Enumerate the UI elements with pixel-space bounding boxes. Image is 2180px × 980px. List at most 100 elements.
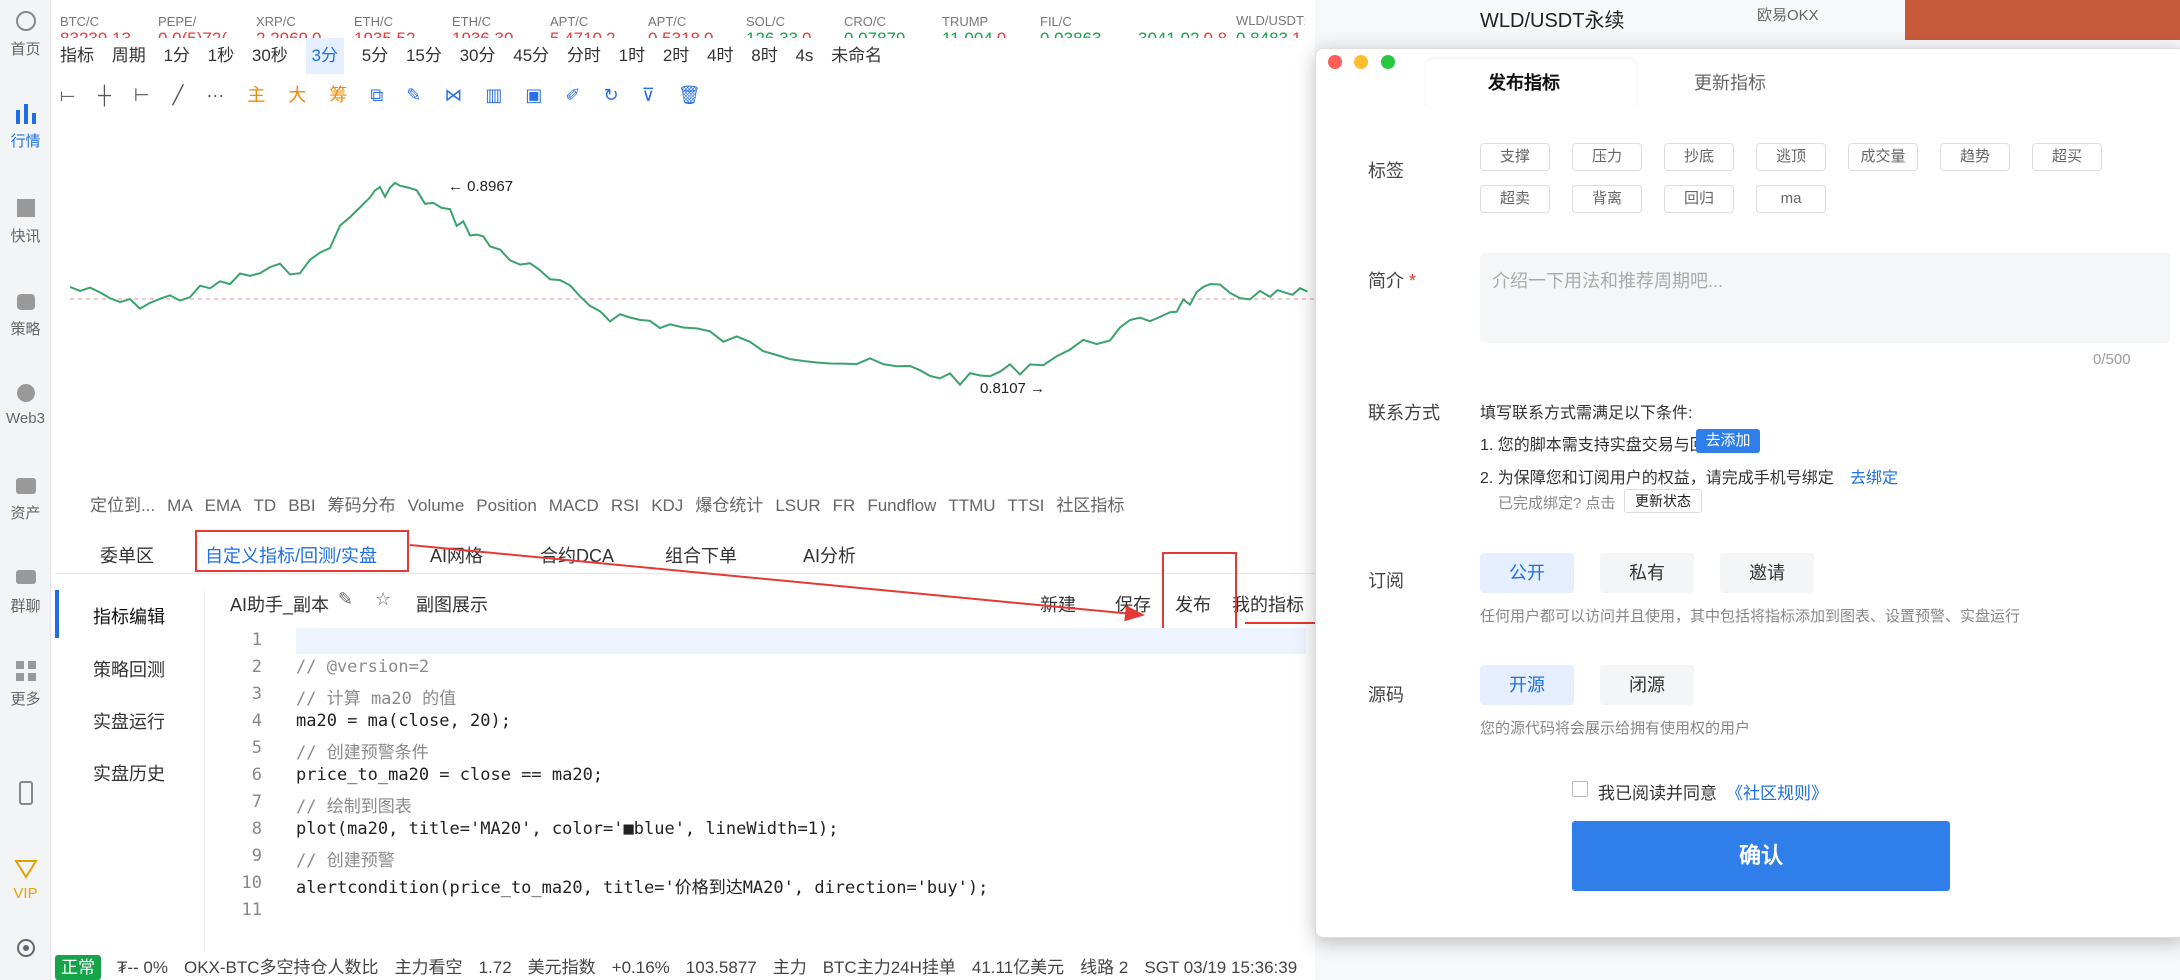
tag-chip[interactable]: 逃顶 [1756,143,1826,171]
side-tab-backtest[interactable]: 策略回测 [93,656,165,682]
nav-assets[interactable]: 资产 [0,472,51,523]
indicator-item[interactable]: EMA [205,490,242,522]
line-tool-icon[interactable]: ⟝ [60,78,75,112]
ray-tool-icon[interactable]: ⊢ [134,78,150,112]
side-tab-live[interactable]: 实盘运行 [93,708,165,734]
tag-chip[interactable]: ma [1756,185,1826,213]
add-support-button[interactable]: 去添加 [1696,429,1760,453]
minimize-icon[interactable] [1354,55,1369,69]
agree-checkbox[interactable] [1572,781,1588,797]
nav-chat[interactable]: 群聊 [0,565,51,616]
indicator-item[interactable]: 筹码分布 [328,490,396,522]
tag-chip[interactable]: 趋势 [1940,143,2010,171]
period-1s[interactable]: 1秒 [208,38,234,74]
nav-strategy[interactable]: 策略 [0,288,51,339]
ruler-icon[interactable]: ✎ [406,78,421,112]
indicator-item[interactable]: TTSI [1008,490,1045,522]
indicator-item[interactable]: MACD [549,490,599,522]
ticker-item[interactable]: ETH/C1935.52 [354,4,452,38]
script-title[interactable]: AI助手_副本 [230,591,329,617]
magnet-icon[interactable]: ↻ [604,78,619,112]
indicator-item[interactable]: Position [476,490,536,522]
period-15m[interactable]: 15分 [406,38,442,74]
indicator-item[interactable]: Fundflow [867,490,936,522]
period-timeline[interactable]: 分时 [567,38,601,74]
copy-icon[interactable]: ⧉ [370,78,383,112]
nav-more[interactable]: 更多 [0,658,51,709]
ticker-item[interactable]: FIL/C0.03863 [1040,4,1138,38]
tag-chip[interactable]: 回归 [1664,185,1734,213]
filter-icon[interactable]: ⊽ [642,78,655,112]
nav-device[interactable] [0,780,51,810]
new-button[interactable]: 新建 [1040,591,1076,617]
indicator-item[interactable]: Volume [408,490,465,522]
indicator-item[interactable]: LSUR [775,490,820,522]
period-30s[interactable]: 30秒 [252,38,288,74]
indicator-item[interactable]: 定位到... [90,490,155,522]
chips-button[interactable]: 筹 [329,78,347,112]
nav-market[interactable]: 行情 [0,100,51,151]
measure-icon[interactable]: ⋈ [444,78,462,112]
tag-chip[interactable]: 支撑 [1480,143,1550,171]
source-closed-option[interactable]: 闭源 [1600,665,1694,705]
tag-chip[interactable]: 抄底 [1664,143,1734,171]
period-4s[interactable]: 4s [795,38,813,74]
tab-publish[interactable]: 发布指标 [1488,69,1560,95]
tab-dca[interactable]: 合约DCA [540,542,614,568]
period-4h[interactable]: 4时 [707,38,733,74]
period-3m[interactable]: 3分 [305,38,344,74]
tab-update[interactable]: 更新指标 [1694,69,1766,95]
price-chart[interactable]: ← 0.8967 0.8107 → 183月 180612183月 190612 [70,115,1315,455]
save-button[interactable]: 保存 [1115,591,1151,617]
edit-icon[interactable]: ✎ [338,589,353,610]
period-1m[interactable]: 1分 [163,38,189,74]
ticker-item[interactable]: CRO/C0.07879 [844,4,942,38]
trash-icon[interactable]: 🗑 [678,78,701,112]
ticker-item[interactable]: XRP/C2.29690 [256,4,354,38]
community-rules-link[interactable]: 《社区规则》 [1726,779,1828,804]
indicator-button[interactable]: 指标 [60,38,94,74]
note-icon[interactable]: ✐ [565,78,580,112]
nav-home[interactable]: 首页 [0,8,51,59]
bind-phone-link[interactable]: 去绑定 [1850,464,1898,488]
tag-chip[interactable]: 压力 [1572,143,1642,171]
nav-web3[interactable]: Web3 [0,380,51,427]
period-30m[interactable]: 30分 [460,38,496,74]
sub-invite-option[interactable]: 邀请 [1720,553,1814,593]
sub-private-option[interactable]: 私有 [1600,553,1694,593]
ticker-item[interactable]: BTC/C83239.13 [60,4,158,38]
period-45m[interactable]: 45分 [513,38,549,74]
candle-icon[interactable]: ▥ [485,78,502,112]
big-order-button[interactable]: 大 [288,78,306,112]
period-1h[interactable]: 1时 [619,38,645,74]
ticker-item[interactable]: APT/C5.47102 [550,4,648,38]
side-tab-edit[interactable]: 指标编辑 [93,603,165,629]
ticker-item[interactable]: APT/C0.53180 [648,4,746,38]
close-icon[interactable] [1328,55,1342,69]
ticker-item[interactable]: WLD/USDT永续0.84831.37% [1236,0,1305,38]
code-editor[interactable]: 1 2 // @version=2 3 // 计算 ma20 的值 4 ma20 = ma(… [210,628,1310,928]
nav-vip[interactable]: VIP [0,855,51,902]
subchart-dropdown[interactable]: 副图展示 [416,591,488,617]
maximize-icon[interactable] [1380,55,1395,69]
period-2h[interactable]: 2时 [663,38,689,74]
source-open-option[interactable]: 开源 [1480,665,1574,705]
tag-chip[interactable]: 超买 [2032,143,2102,171]
period-dropdown[interactable]: 周期 [112,38,146,74]
hline-tool-icon[interactable]: ┼ [98,78,111,112]
my-indicators-button[interactable]: 我的指标 [1232,591,1304,617]
trend-tool-icon[interactable]: ╱ [172,78,183,112]
tag-chip[interactable]: 背离 [1572,185,1642,213]
period-5m[interactable]: 5分 [362,38,388,74]
indicator-item[interactable]: TTMU [948,490,995,522]
ticker-item[interactable]: PEPE/0.0(5)72( [158,4,256,38]
indicator-item[interactable]: RSI [611,490,639,522]
indicator-item[interactable]: BBI [288,490,315,522]
tab-combo[interactable]: 组合下单 [665,542,737,568]
tab-ai-grid[interactable]: AI网格 [430,542,483,568]
indicator-item[interactable]: 社区指标 [1056,490,1124,522]
main-force-button[interactable]: 主 [247,78,265,112]
indicator-item[interactable]: MA [167,490,193,522]
side-tab-history[interactable]: 实盘历史 [93,760,165,786]
ticker-item[interactable]: SOL/C126.330 [746,4,844,38]
